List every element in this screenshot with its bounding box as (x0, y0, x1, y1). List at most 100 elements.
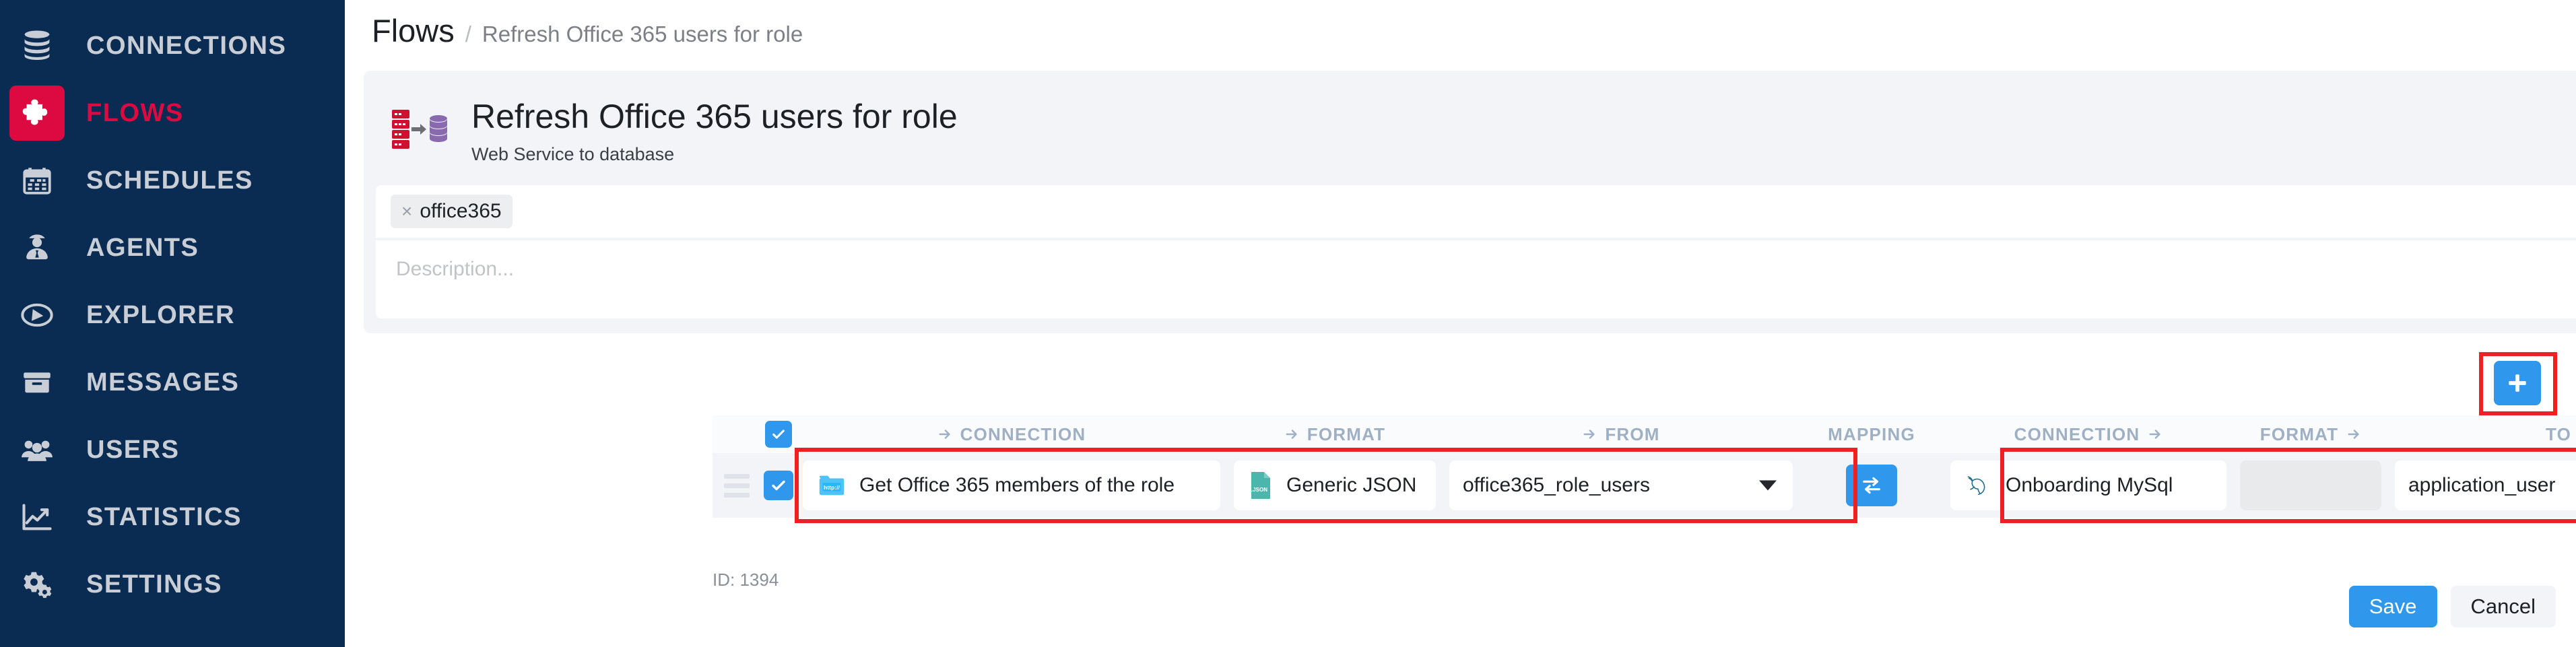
tag-chip-label: office365 (420, 199, 502, 222)
header-to[interactable]: TO (2388, 424, 2576, 445)
arrow-right-icon (939, 430, 950, 439)
page-title: Refresh Office 365 users for role (471, 98, 958, 135)
header-from[interactable]: FROM (1443, 424, 1799, 445)
row-select-cell (761, 471, 796, 500)
sidebar-item-schedules[interactable]: SCHEDULES (0, 147, 345, 214)
table-row: http:// Get Office 365 members of the ro… (713, 448, 2576, 523)
format-destination-value[interactable] (2240, 461, 2381, 510)
connection-source-label: Get Office 365 members of the role (859, 474, 1175, 496)
table-header-row: CONNECTION FORMAT FROM MAPPING CONNECTIO… (713, 415, 2576, 453)
close-icon[interactable]: × (401, 201, 412, 222)
sidebar-item-label: SETTINGS (86, 570, 223, 599)
header-label: CONNECTION (960, 423, 1086, 444)
line-chart-icon (9, 489, 65, 545)
format-source-value[interactable]: .JSON Generic JSON (1234, 461, 1436, 510)
compass-icon (9, 287, 65, 343)
row-checkbox[interactable] (764, 471, 793, 500)
from-select[interactable]: office365_role_users (1449, 461, 1793, 510)
sidebar: CONNECTIONS FLOWS SCHEDULES AGENTS EXPLO… (0, 0, 345, 647)
sidebar-item-statistics[interactable]: STATISTICS (0, 483, 345, 551)
select-all-checkbox[interactable] (765, 421, 792, 448)
header-format-destination[interactable]: FORMAT (2233, 424, 2388, 445)
header-label: CONNECTION (2014, 423, 2140, 444)
flow-detail-card: Refresh Office 365 users for role Web Se… (364, 71, 2576, 333)
row-drag-cell (713, 473, 761, 498)
main-content: Flows / Refresh Office 365 users for rol… (345, 0, 2576, 647)
drag-handle-icon[interactable] (724, 473, 750, 498)
tags-select[interactable]: × office365 (376, 184, 2576, 238)
add-row-button[interactable] (2494, 361, 2541, 405)
header-label: TO (2545, 423, 2572, 444)
users-icon (9, 422, 65, 477)
cell-mapping (1799, 465, 1944, 506)
connection-destination-label: Onboarding MySql (2006, 474, 2173, 496)
save-button[interactable]: Save (2348, 586, 2437, 627)
swap-arrows-icon (1863, 477, 1880, 494)
header-mapping: MAPPING (1799, 424, 1944, 445)
format-source-label: Generic JSON (1286, 474, 1417, 496)
breadcrumb-separator: / (465, 22, 471, 46)
breadcrumb: Flows / Refresh Office 365 users for rol… (372, 12, 803, 49)
header-connection-destination[interactable]: CONNECTION (1944, 424, 2233, 445)
to-select[interactable]: application_user (2395, 461, 2576, 510)
svg-text:.JSON: .JSON (1251, 487, 1267, 493)
header-label: FROM (1605, 423, 1660, 444)
select-all-cell (761, 421, 796, 448)
gears-icon (9, 557, 65, 612)
mapping-button[interactable] (1846, 465, 1897, 506)
sidebar-item-label: AGENTS (86, 233, 199, 262)
webservice-to-database-icon (389, 103, 451, 161)
chevron-down-icon (1759, 480, 1777, 491)
arrow-right-icon (1583, 430, 1595, 439)
app-root: CONNECTIONS FLOWS SCHEDULES AGENTS EXPLO… (0, 0, 2576, 647)
sidebar-item-messages[interactable]: MESSAGES (0, 349, 345, 416)
mysql-dolphin-icon (1964, 471, 1993, 500)
header-label: FORMAT (2259, 423, 2339, 444)
add-row-area (2479, 352, 2557, 415)
header-connection-source[interactable]: CONNECTION (796, 424, 1227, 445)
flow-card-header: Refresh Office 365 users for role Web Se… (364, 71, 2576, 185)
puzzle-piece-icon (9, 86, 65, 141)
flow-id-label: ID: 1394 (713, 570, 779, 590)
sidebar-item-explorer[interactable]: EXPLORER (0, 281, 345, 349)
sidebar-item-agents[interactable]: AGENTS (0, 214, 345, 281)
sidebar-item-label: EXPLORER (86, 300, 236, 329)
sidebar-item-settings[interactable]: SETTINGS (0, 551, 345, 618)
arrow-right-icon (1286, 430, 1297, 439)
cell-format-source: .JSON Generic JSON (1227, 461, 1443, 510)
sidebar-item-label: SCHEDULES (86, 166, 253, 195)
breadcrumb-root-link[interactable]: Flows (372, 12, 455, 49)
sidebar-item-connections[interactable]: CONNECTIONS (0, 12, 345, 79)
cell-connection-source: http:// Get Office 365 members of the ro… (796, 461, 1227, 510)
to-value: application_user (2408, 474, 2556, 496)
flow-steps-table: CONNECTION FORMAT FROM MAPPING CONNECTIO… (713, 415, 2576, 523)
cell-connection-destination: Onboarding MySql (1944, 461, 2233, 510)
arrow-right-icon (2348, 430, 2359, 439)
sidebar-item-label: CONNECTIONS (86, 31, 287, 60)
cell-from: office365_role_users (1443, 461, 1799, 510)
http-folder-icon: http:// (816, 470, 847, 501)
footer-actions: Save Cancel (2348, 586, 2556, 627)
calendar-icon (9, 153, 65, 208)
database-stack-icon (9, 18, 65, 73)
plus-icon (2509, 374, 2526, 392)
svg-text:http://: http:// (824, 484, 840, 491)
card-bottom-spacer (364, 318, 2576, 333)
from-value: office365_role_users (1463, 474, 1650, 496)
description-placeholder: Description... (396, 257, 515, 280)
json-file-icon: .JSON (1247, 470, 1274, 501)
connection-destination-value[interactable]: Onboarding MySql (1950, 461, 2226, 510)
tag-chip-office365[interactable]: × office365 (391, 194, 513, 228)
header-label: FORMAT (1307, 423, 1386, 444)
connection-source-value[interactable]: http:// Get Office 365 members of the ro… (803, 461, 1220, 510)
breadcrumb-current: Refresh Office 365 users for role (482, 22, 803, 46)
header-format-source[interactable]: FORMAT (1227, 424, 1443, 445)
sidebar-item-label: MESSAGES (86, 368, 240, 397)
description-field[interactable]: Description... (376, 240, 2576, 318)
cancel-button[interactable]: Cancel (2450, 586, 2556, 627)
sidebar-item-users[interactable]: USERS (0, 416, 345, 483)
sidebar-item-label: FLOWS (86, 98, 184, 127)
sidebar-item-flows[interactable]: FLOWS (0, 79, 345, 147)
cell-format-destination (2233, 461, 2388, 510)
cell-to: application_user (2388, 461, 2576, 510)
